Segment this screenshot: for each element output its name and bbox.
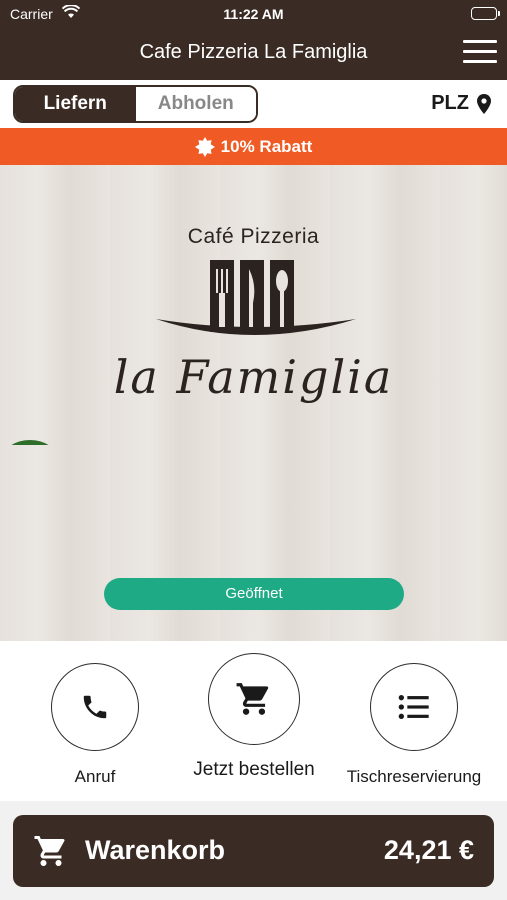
cart-total: 24,21 €: [383, 835, 474, 865]
postcode-label: PLZ: [431, 92, 469, 114]
reservation-label: Tischreservierung: [346, 767, 482, 786]
phone-icon: [83, 695, 107, 719]
order-action[interactable]: Jetzt bestellen: [188, 641, 320, 781]
discount-text: 10% Rabatt: [220, 136, 313, 156]
hero-image: Café Pizzeria la Famiglia Geöffnet: [0, 165, 507, 641]
battery-icon: [471, 7, 500, 20]
delivery-mode-bar: Liefern Abholen PLZ: [0, 80, 507, 128]
page-title: Cafe Pizzeria La Famiglia: [139, 41, 368, 63]
reservation-button[interactable]: [370, 663, 458, 751]
postcode-button[interactable]: PLZ: [431, 92, 491, 115]
brand-name: la Famiglia: [113, 350, 394, 404]
call-label: Anruf: [74, 767, 116, 786]
cart-button[interactable]: Warenkorb 24,21 €: [13, 815, 494, 887]
reservation-action[interactable]: Tischreservierung: [342, 641, 486, 787]
badge-icon: [194, 136, 215, 157]
call-action[interactable]: Anruf: [49, 641, 141, 787]
status-bar: Carrier 11:22 AM: [0, 0, 507, 28]
order-button[interactable]: [208, 653, 300, 745]
delivery-mode-toggle: Liefern Abholen: [13, 85, 258, 123]
hamburger-menu-icon[interactable]: [463, 40, 497, 66]
list-icon: [398, 695, 429, 719]
quick-actions: Anruf Jetzt bestellen Tischreservierung: [0, 641, 507, 801]
nav-bar: Cafe Pizzeria La Famiglia: [0, 28, 507, 80]
cart-icon: [236, 683, 269, 715]
order-label: Jetzt bestellen: [193, 759, 315, 780]
cart-label: Warenkorb: [85, 835, 226, 865]
open-status-badge: Geöffnet: [104, 578, 404, 610]
cart-icon: [34, 836, 65, 866]
discount-banner[interactable]: 10% Rabatt: [0, 128, 507, 165]
clock: 11:22 AM: [223, 6, 284, 22]
tab-abholen[interactable]: Abholen: [135, 87, 256, 121]
tab-liefern[interactable]: Liefern: [15, 87, 136, 121]
call-button[interactable]: [51, 663, 139, 751]
location-pin-icon: [477, 93, 491, 114]
